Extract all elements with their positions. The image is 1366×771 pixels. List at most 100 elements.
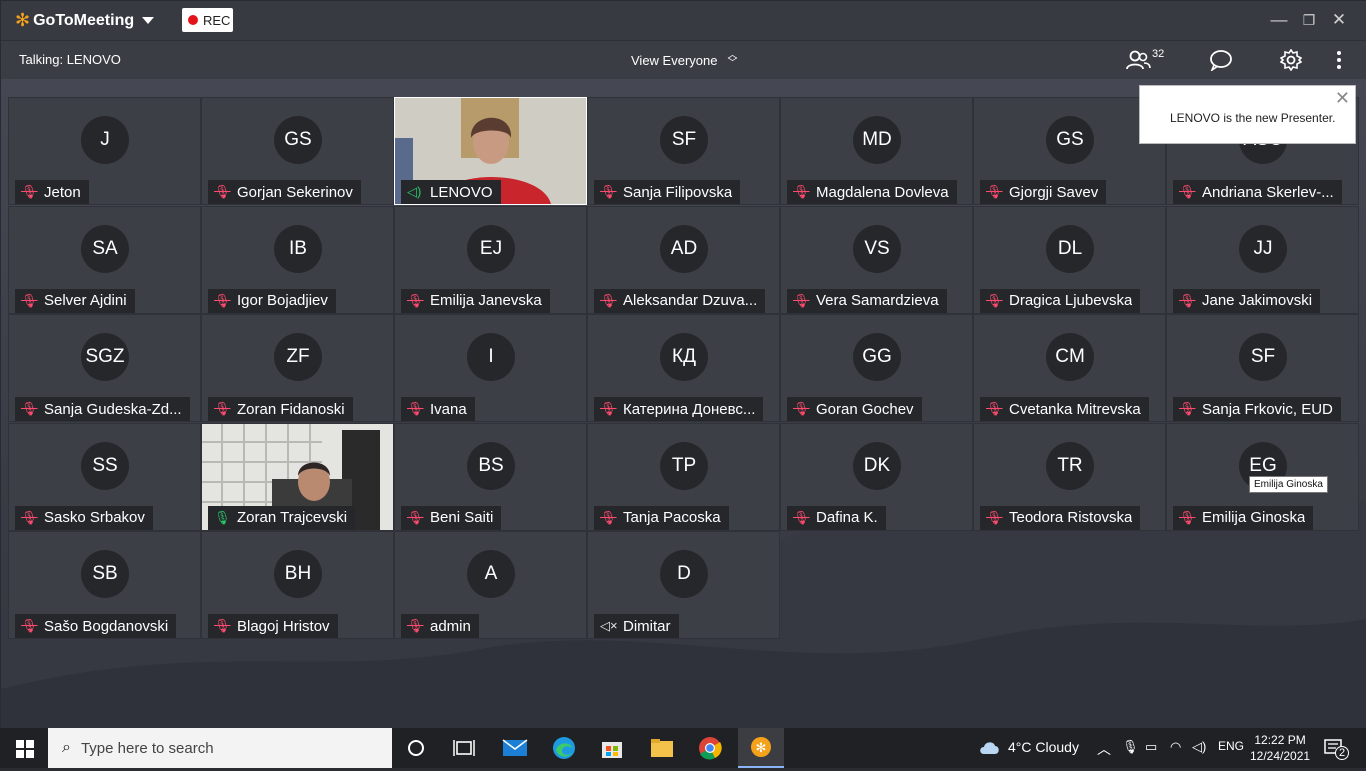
microphone-muted-icon: 🎙 [1179, 184, 1196, 199]
presenter-notification: LENOVO is the new Presenter. ✕ [1139, 85, 1356, 144]
participant-name-bar: 🎙 Zoran Trajcevski [208, 505, 356, 530]
participant-name: Tanja Pacoska [623, 509, 721, 527]
language-indicator[interactable]: ENG [1218, 739, 1244, 753]
participant-tile[interactable]: GG 🎙 Goran Gochev [780, 314, 973, 423]
battery-icon[interactable]: ▭ [1145, 739, 1157, 755]
participant-tile[interactable]: EJ 🎙 Emilija Janevska [394, 205, 587, 314]
wifi-icon[interactable]: ◠ [1170, 739, 1181, 755]
mail-icon[interactable] [502, 736, 528, 760]
participant-name: Zoran Trajcevski [237, 509, 348, 527]
close-icon[interactable]: ✕ [1335, 88, 1350, 109]
microphone-muted-icon: 🎙 [21, 184, 38, 199]
participant-tile[interactable]: SF 🎙 Sanja Filipovska [587, 97, 780, 205]
participant-tile[interactable]: SB 🎙 Sašo Bogdanovski [8, 531, 201, 640]
notification-count: 2 [1335, 746, 1349, 760]
participant-tile[interactable]: D ◁× Dimitar [587, 531, 780, 640]
participant-name-bar: 🎙 Gorjan Sekerinov [208, 180, 361, 204]
start-button[interactable] [16, 740, 34, 763]
participant-avatar: CM [1046, 333, 1094, 382]
participant-tile[interactable]: ◁) LENOVO [394, 97, 587, 205]
participant-avatar: I [467, 333, 515, 382]
participant-tile[interactable]: BH 🎙 Blagoj Hristov [201, 531, 394, 640]
participant-tile[interactable]: SGZ 🎙 Sanja Gudeska-Zd... [8, 314, 201, 423]
taskbar-search-box[interactable]: ⌕ Type here to search [48, 728, 392, 768]
chevron-up-icon[interactable]: ︿ [1097, 739, 1111, 759]
taskbar-clock[interactable]: 12:22 PM 12/24/2021 [1250, 732, 1310, 764]
speaker-active-icon: ◁) [407, 184, 422, 199]
participant-avatar: КД [660, 333, 708, 382]
chat-button[interactable] [1209, 49, 1233, 71]
participant-name-bar: 🎙 Igor Bojadjiev [208, 288, 336, 313]
participant-tile[interactable]: DK 🎙 Dafina K. [780, 422, 973, 531]
microphone-muted-icon: 🎙 [600, 509, 617, 525]
microphone-muted-icon: 🎙 [407, 618, 424, 634]
participant-tile[interactable]: J 🎙 Jeton [8, 97, 201, 205]
participant-tile[interactable]: MD 🎙 Magdalena Dovleva [780, 97, 973, 205]
microphone-muted-icon: 🎙 [986, 509, 1003, 525]
microphone-icon[interactable]: 🎙 [1122, 739, 1139, 755]
notification-center-button[interactable]: 2 [1324, 738, 1349, 760]
participant-tile[interactable]: DL 🎙 Dragica Ljubevska [973, 205, 1166, 314]
participant-name: Vera Samardzieva [816, 292, 939, 310]
participant-tile[interactable]: КД 🎙 Катерина Доневс... [587, 314, 780, 423]
participant-tile[interactable]: TP 🎙 Tanja Pacoska [587, 422, 780, 531]
participants-button[interactable] [1125, 49, 1151, 71]
weather-widget[interactable]: 4°C Cloudy [978, 738, 1079, 756]
participant-tile[interactable]: VS 🎙 Vera Samardzieva [780, 205, 973, 314]
participant-tile[interactable]: 🎙 Zoran Trajcevski [201, 422, 394, 531]
participant-tile[interactable]: TR 🎙 Teodora Ristovska [973, 422, 1166, 531]
file-explorer-icon[interactable] [650, 736, 674, 760]
microphone-muted-icon: 🎙 [793, 184, 810, 199]
talking-indicator: Talking: LENOVO [19, 52, 121, 67]
participant-tile[interactable]: IB 🎙 Igor Bojadjiev [201, 205, 394, 314]
participant-name-bar: ◁× Dimitar [594, 614, 679, 639]
app-logo-menu[interactable]: ✻ GoToMeeting [15, 10, 155, 31]
weather-text: 4°C Cloudy [1008, 739, 1079, 755]
minimize-button[interactable]: — [1268, 9, 1290, 31]
participant-tile[interactable]: CM 🎙 Cvetanka Mitrevska [973, 314, 1166, 423]
rec-label: REC [203, 12, 231, 28]
participant-tile[interactable]: A 🎙 admin [394, 531, 587, 640]
participant-name: Sašo Bogdanovski [44, 617, 169, 635]
participant-avatar: J [81, 116, 129, 164]
view-selector[interactable]: View Everyone ︿ ﹀ [631, 50, 738, 69]
participant-tile[interactable]: JJ 🎙 Jane Jakimovski [1166, 205, 1359, 314]
chrome-icon[interactable] [698, 736, 722, 760]
participant-name: Aleksandar Dzuva... [623, 292, 758, 310]
participant-name: Gjorgji Savev [1009, 183, 1099, 201]
participant-name-bar: 🎙 Sanja Gudeska-Zd... [15, 397, 190, 422]
participant-name-bar: 🎙 Selver Ajdini [15, 288, 135, 313]
close-button[interactable]: ✕ [1328, 9, 1350, 31]
participant-name-bar: 🎙 Blagoj Hristov [208, 614, 338, 639]
participant-tile[interactable]: BS 🎙 Beni Saiti [394, 422, 587, 531]
participant-tile[interactable]: GS 🎙 Gjorgji Savev [973, 97, 1166, 205]
participant-tile[interactable]: ZF 🎙 Zoran Fidanoski [201, 314, 394, 423]
view-label: View Everyone [631, 52, 718, 68]
gotomeeting-taskbar-icon[interactable]: ✻ [738, 728, 784, 768]
chevron-updown-icon: ︿ ﹀ [727, 50, 738, 69]
volume-icon[interactable]: ◁) [1192, 739, 1206, 755]
more-options-button[interactable] [1336, 51, 1342, 69]
participant-avatar: GG [853, 333, 901, 382]
microphone-muted-icon: 🎙 [1179, 292, 1196, 308]
participant-avatar: AD [660, 224, 708, 273]
participant-tile[interactable]: SS 🎙 Sasko Srbakov [8, 422, 201, 531]
store-icon[interactable] [600, 736, 624, 760]
participant-tile[interactable]: SA 🎙 Selver Ajdini [8, 205, 201, 314]
recording-badge[interactable]: REC [182, 8, 233, 32]
participant-avatar: MD [853, 116, 901, 164]
restore-button[interactable]: ❐ [1298, 9, 1320, 31]
participant-tile[interactable]: I 🎙 Ivana [394, 314, 587, 423]
participant-name: admin [430, 617, 471, 635]
task-view-icon[interactable] [452, 736, 476, 760]
edge-browser-icon[interactable] [552, 736, 576, 760]
settings-button[interactable] [1280, 49, 1302, 71]
participant-tile[interactable]: SF 🎙 Sanja Frkovic, EUD [1166, 314, 1359, 423]
participant-name-bar: 🎙 Andriana Skerlev-... [1173, 180, 1342, 204]
participant-tile[interactable]: GS 🎙 Gorjan Sekerinov [201, 97, 394, 205]
participant-name: Sanja Gudeska-Zd... [44, 400, 182, 418]
cortana-icon[interactable] [404, 736, 428, 760]
participant-name-bar: 🎙 Sasko Srbakov [15, 505, 153, 530]
participant-tile[interactable]: AD 🎙 Aleksandar Dzuva... [587, 205, 780, 314]
participant-name-bar: 🎙 Катерина Доневс... [594, 397, 764, 422]
